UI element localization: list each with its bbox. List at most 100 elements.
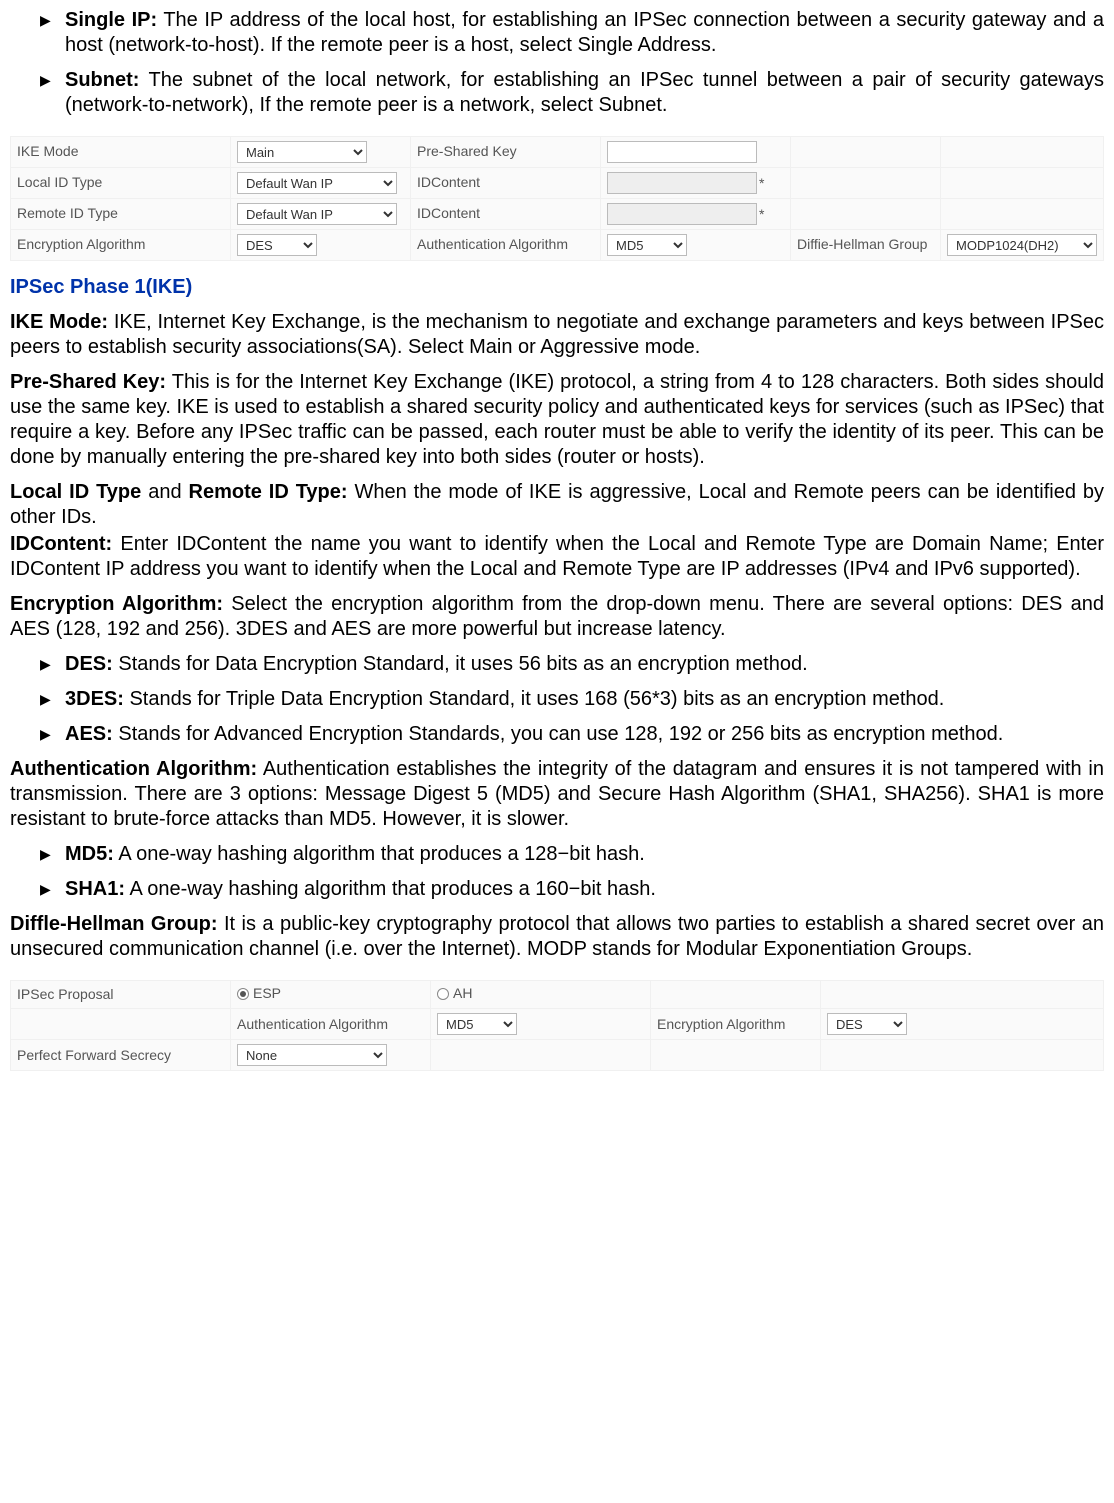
label: Remote ID Type	[11, 199, 231, 230]
table-row: Perfect Forward Secrecy None	[11, 1040, 1104, 1071]
label	[791, 199, 941, 230]
term: Diffle-Hellman Group:	[10, 913, 218, 935]
description: The subnet of the local network, for est…	[65, 69, 1104, 116]
term: Pre-Shared Key:	[10, 371, 166, 393]
term: MD5:	[65, 843, 114, 865]
label	[791, 168, 941, 199]
paragraph: Encryption Algorithm: Select the encrypt…	[10, 592, 1104, 642]
text: and	[141, 481, 188, 503]
label: IKE Mode	[11, 137, 231, 168]
cell	[651, 1040, 821, 1071]
radio-label: ESP	[253, 985, 281, 1003]
cell	[941, 168, 1104, 199]
label: Authentication Algorithm	[411, 230, 601, 261]
dh-group-select[interactable]: MODP1024(DH2)	[947, 234, 1097, 256]
paragraph: Local ID Type and Remote ID Type: When t…	[10, 480, 1104, 530]
label: IDContent	[411, 168, 601, 199]
auth-algo2-select[interactable]: MD5	[437, 1013, 517, 1035]
required-mark: *	[757, 206, 764, 222]
radio-label: AH	[453, 985, 472, 1003]
bullet-icon: ▶	[40, 8, 65, 58]
description: Stands for Advanced Encryption Standards…	[113, 723, 1004, 745]
cell	[821, 981, 1104, 1009]
cell	[941, 137, 1104, 168]
list-item: ▶ 3DES: Stands for Triple Data Encryptio…	[10, 687, 1104, 712]
list-item: ▶ Subnet: The subnet of the local networ…	[10, 68, 1104, 118]
description: Stands for Data Encryption Standard, it …	[113, 653, 808, 675]
auth-algo-select[interactable]: MD5	[607, 234, 687, 256]
pfs-select[interactable]: None	[237, 1044, 387, 1066]
text: Enter IDContent the name you want to ide…	[10, 533, 1104, 580]
term: 3DES:	[65, 688, 124, 710]
label: Pre-Shared Key	[411, 137, 601, 168]
text: IKE, Internet Key Exchange, is the mecha…	[10, 311, 1104, 358]
paragraph: IKE Mode: IKE, Internet Key Exchange, is…	[10, 310, 1104, 360]
term: Remote ID Type:	[189, 481, 348, 503]
ipsec-proposal-table: IPSec Proposal ESP AH Authentication Alg…	[10, 980, 1104, 1071]
list-item: ▶ DES: Stands for Data Encryption Standa…	[10, 652, 1104, 677]
label: Diffie-Hellman Group	[791, 230, 941, 261]
label: Perfect Forward Secrecy	[11, 1040, 231, 1071]
paragraph: Diffle-Hellman Group: It is a public-key…	[10, 912, 1104, 962]
cell	[821, 1040, 1104, 1071]
term: Encryption Algorithm:	[10, 593, 223, 615]
encryption-algo-select[interactable]: DES	[237, 234, 317, 256]
table-row: IKE Mode Main Pre-Shared Key	[11, 137, 1104, 168]
list-item: ▶ AES: Stands for Advanced Encryption St…	[10, 722, 1104, 747]
label: Local ID Type	[11, 168, 231, 199]
bullet-icon: ▶	[40, 842, 65, 867]
label: IDContent	[411, 199, 601, 230]
required-mark: *	[757, 175, 764, 191]
term: SHA1:	[65, 878, 125, 900]
radio-icon	[437, 988, 449, 1000]
paragraph: IDContent: Enter IDContent the name you …	[10, 532, 1104, 582]
term: Single IP:	[65, 9, 157, 31]
list-item: ▶ SHA1: A one-way hashing algorithm that…	[10, 877, 1104, 902]
local-id-type-select[interactable]: Default Wan IP	[237, 172, 397, 194]
table-row: Local ID Type Default Wan IP IDContent *	[11, 168, 1104, 199]
label: IPSec Proposal	[11, 981, 231, 1009]
label: Encryption Algorithm	[651, 1009, 821, 1040]
table-row: Encryption Algorithm DES Authentication …	[11, 230, 1104, 261]
remote-id-type-select[interactable]: Default Wan IP	[237, 203, 397, 225]
paragraph: Pre-Shared Key: This is for the Internet…	[10, 370, 1104, 470]
cell	[431, 1040, 651, 1071]
term: IKE Mode:	[10, 311, 108, 333]
description: The IP address of the local host, for es…	[65, 9, 1104, 56]
ike-mode-select[interactable]: Main	[237, 141, 367, 163]
label: Authentication Algorithm	[231, 1009, 431, 1040]
list-item: ▶ Single IP: The IP address of the local…	[10, 8, 1104, 58]
table-row: Remote ID Type Default Wan IP IDContent …	[11, 199, 1104, 230]
term: Subnet:	[65, 69, 139, 91]
description: A one-way hashing algorithm that produce…	[114, 843, 645, 865]
cell	[651, 981, 821, 1009]
cell	[941, 199, 1104, 230]
bullet-icon: ▶	[40, 68, 65, 118]
bullet-icon: ▶	[40, 687, 65, 712]
radio-icon	[237, 988, 249, 1000]
term: AES:	[65, 723, 113, 745]
pre-shared-key-input[interactable]	[607, 141, 757, 163]
label	[791, 137, 941, 168]
term: DES:	[65, 653, 113, 675]
label	[11, 1009, 231, 1040]
bullet-icon: ▶	[40, 722, 65, 747]
table-row: Authentication Algorithm MD5 Encryption …	[11, 1009, 1104, 1040]
bullet-icon: ▶	[40, 652, 65, 677]
label: Encryption Algorithm	[11, 230, 231, 261]
section-heading: IPSec Phase 1(IKE)	[10, 275, 1104, 300]
description: A one-way hashing algorithm that produce…	[125, 878, 656, 900]
list-item: ▶ MD5: A one-way hashing algorithm that …	[10, 842, 1104, 867]
ike-settings-table: IKE Mode Main Pre-Shared Key Local ID Ty…	[10, 136, 1104, 261]
remote-idcontent-input[interactable]	[607, 203, 757, 225]
term: IDContent:	[10, 533, 112, 555]
bullet-icon: ▶	[40, 877, 65, 902]
ah-radio[interactable]: AH	[437, 985, 472, 1003]
esp-radio[interactable]: ESP	[237, 985, 281, 1003]
local-idcontent-input[interactable]	[607, 172, 757, 194]
description: Stands for Triple Data Encryption Standa…	[124, 688, 944, 710]
text: This is for the Internet Key Exchange (I…	[10, 371, 1104, 468]
enc-algo2-select[interactable]: DES	[827, 1013, 907, 1035]
term: Local ID Type	[10, 481, 141, 503]
term: Authentication Algorithm:	[10, 758, 257, 780]
